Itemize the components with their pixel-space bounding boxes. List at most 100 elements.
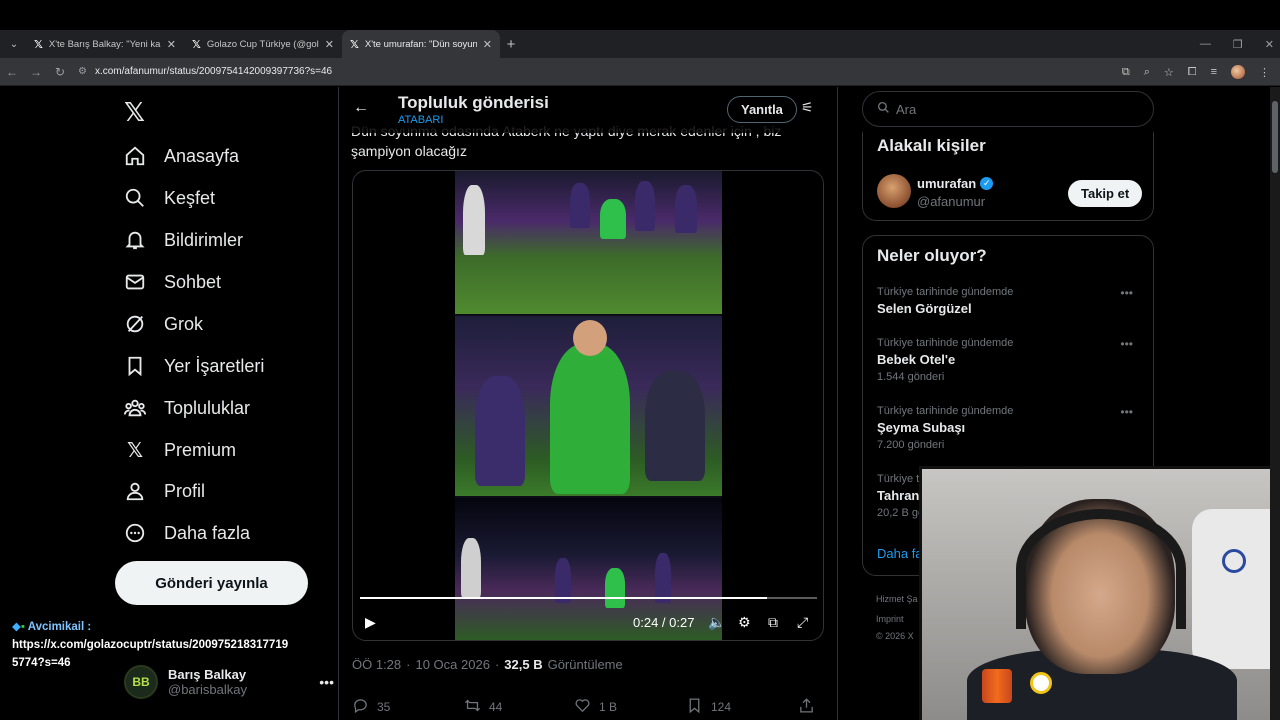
meta-separator: · — [406, 657, 411, 672]
settings-gear-icon[interactable]: ⚙ — [738, 614, 751, 631]
back-icon[interactable]: ← — [0, 65, 24, 79]
bookmark-count: 124 — [711, 700, 732, 714]
sidebar-item-explore[interactable]: Keşfet — [124, 178, 215, 218]
trend-count: 7.200 gönderi — [877, 439, 945, 451]
like-icon — [574, 697, 591, 717]
more-icon — [124, 522, 146, 544]
picture-in-picture-icon[interactable]: ⧉ — [768, 614, 778, 631]
browser-tab-1[interactable]: 𝕏 X'te Barış Balkay: "Yeni kamera ✕ — [26, 30, 184, 58]
footer-link[interactable]: Imprint — [876, 614, 904, 624]
team-badge-icon — [1030, 672, 1052, 694]
profile-avatar-icon[interactable] — [1231, 65, 1245, 79]
video-player[interactable]: ▶ 0:24 / 0:27 🔈 ⚙ ⧉ ⤢ — [352, 170, 824, 641]
retweet-count: 44 — [489, 700, 503, 714]
retweet-icon — [464, 697, 481, 717]
play-icon[interactable]: ▶ — [365, 614, 376, 631]
cast-icon[interactable]: ⧉ — [1122, 66, 1130, 79]
chat-message: https://x.com/golazocuptr/status/2009752… — [12, 639, 289, 669]
page-scrollbar[interactable] — [1270, 87, 1280, 720]
sidebar-item-communities[interactable]: Topluluklar — [124, 388, 250, 428]
tab-search-icon[interactable]: ⌄ — [2, 32, 26, 56]
post-button[interactable]: Gönderi yayınla — [115, 561, 308, 605]
communities-icon — [124, 397, 146, 419]
person-name[interactable]: umurafan ✓ — [917, 176, 994, 191]
community-name-link[interactable]: ATABARI — [398, 114, 443, 126]
tab-title: Golazo Cup Türkiye (@golazocu — [206, 38, 319, 50]
reload-icon[interactable]: ↻ — [48, 65, 72, 79]
new-tab-icon[interactable]: + — [500, 36, 522, 53]
video-progress-bar[interactable] — [360, 597, 817, 599]
close-tab-icon[interactable]: ✕ — [167, 38, 176, 51]
x-logo-icon[interactable]: 𝕏 — [124, 97, 145, 128]
footer-link[interactable]: Hizmet Şa — [876, 594, 918, 604]
close-tab-icon[interactable]: ✕ — [325, 38, 334, 51]
reply-icon — [352, 697, 369, 717]
scrollbar-thumb[interactable] — [1272, 101, 1278, 173]
related-people-title: Alakalı kişiler — [877, 136, 986, 155]
site-info-icon[interactable]: ⚙ — [78, 66, 87, 77]
sidebar-item-label: Bildirimler — [164, 229, 244, 250]
profile-icon — [124, 480, 146, 502]
show-more-link[interactable]: Daha fa — [877, 546, 923, 561]
fullscreen-icon[interactable]: ⤢ — [797, 614, 808, 631]
sidebar-item-grok[interactable]: Grok — [124, 304, 203, 344]
bookmark-action[interactable]: 124 — [686, 697, 798, 717]
reply-action[interactable]: 35 — [352, 697, 464, 717]
restore-icon[interactable]: ❐ — [1233, 38, 1243, 51]
sidebar-item-home[interactable]: Anasayfa — [124, 136, 239, 176]
url-field[interactable]: ⚙ x.com/afanumur/status/2009754142009397… — [78, 66, 332, 77]
account-handle: @barisbalkay — [168, 682, 247, 697]
sidebar-item-notifications[interactable]: Bildirimler — [124, 220, 243, 260]
browser-toolbar-right: ⧉ ⌕ ☆ ⧠ ≡ ⋮ — [1122, 58, 1270, 86]
like-action[interactable]: 1 B — [574, 697, 686, 717]
more-dots-icon[interactable]: ••• — [319, 674, 334, 690]
mail-icon — [124, 271, 146, 293]
post-meta: ÖÖ 1:28 · 10 Oca 2026 · 32,5 B Görüntüle… — [352, 657, 623, 672]
sidebar-item-chat[interactable]: Sohbet — [124, 262, 221, 302]
trend-item[interactable]: Türkiye tarihinde gündemde Bebek Otel'e … — [877, 337, 1141, 383]
trend-item[interactable]: Türkiye tarihinde gündemde Selen Görgüze… — [877, 286, 1141, 316]
media-icon[interactable]: ≡ — [1211, 66, 1217, 78]
reply-button[interactable]: Yanıtla — [727, 96, 797, 123]
video-frame[interactable] — [455, 171, 722, 640]
sidebar-item-label: Daha fazla — [164, 522, 251, 543]
sliders-icon[interactable]: ⚟ — [801, 99, 814, 116]
sidebar-item-label: Grok — [164, 313, 204, 334]
close-tab-icon[interactable]: ✕ — [483, 38, 492, 51]
browser-tab-2[interactable]: 𝕏 Golazo Cup Türkiye (@golazocu ✕ — [184, 30, 342, 58]
close-window-icon[interactable]: ✕ — [1265, 38, 1274, 51]
extensions-icon[interactable]: ⧠ — [1188, 66, 1197, 79]
volume-icon[interactable]: 🔈 — [708, 614, 725, 631]
x-favicon-icon: 𝕏 — [34, 38, 43, 51]
video-panel-top — [455, 171, 722, 314]
star-icon[interactable]: ☆ — [1164, 66, 1174, 79]
zoom-icon[interactable]: ⌕ — [1144, 66, 1150, 79]
meta-separator: · — [494, 657, 500, 672]
tab-title: X'te Barış Balkay: "Yeni kamera — [48, 38, 161, 50]
follow-button[interactable]: Takip et — [1068, 180, 1143, 207]
trend-item[interactable]: Türkiye tarihinde gündemde Şeyma Subaşı … — [877, 405, 1141, 451]
more-dots-icon[interactable]: ••• — [1120, 405, 1133, 419]
menu-icon[interactable]: ⋮ — [1259, 66, 1270, 79]
page-title: Topluluk gönderisi — [398, 93, 549, 112]
sidebar-item-bookmarks[interactable]: Yer İşaretleri — [124, 346, 264, 386]
share-action[interactable] — [798, 697, 815, 717]
video-controls: ▶ 0:24 / 0:27 🔈 ⚙ ⧉ ⤢ — [353, 609, 823, 637]
more-dots-icon[interactable]: ••• — [1120, 286, 1133, 300]
view-label: Görüntüleme — [547, 657, 623, 672]
sidebar-item-premium[interactable]: 𝕏 Premium — [124, 430, 236, 470]
avatar[interactable] — [877, 174, 911, 208]
more-dots-icon[interactable]: ••• — [1120, 337, 1133, 351]
sidebar-item-label: Premium — [164, 439, 237, 460]
minimize-icon[interactable]: — — [1200, 38, 1211, 50]
search-input[interactable]: Ara — [862, 91, 1154, 127]
sidebar-item-more[interactable]: Daha fazla — [124, 513, 250, 553]
sidebar-item-profile[interactable]: Profil — [124, 471, 205, 511]
retweet-action[interactable]: 44 — [464, 697, 574, 717]
search-placeholder: Ara — [896, 101, 917, 117]
browser-tab-3[interactable]: 𝕏 X'te umurafan: "Dün soyunma ✕ — [342, 30, 500, 58]
back-arrow-icon[interactable]: ← — [353, 99, 369, 117]
forward-icon[interactable]: → — [24, 65, 48, 79]
post-date[interactable]: 10 Oca 2026 — [415, 657, 489, 672]
sidebar-item-label: Yer İşaretleri — [164, 355, 265, 376]
